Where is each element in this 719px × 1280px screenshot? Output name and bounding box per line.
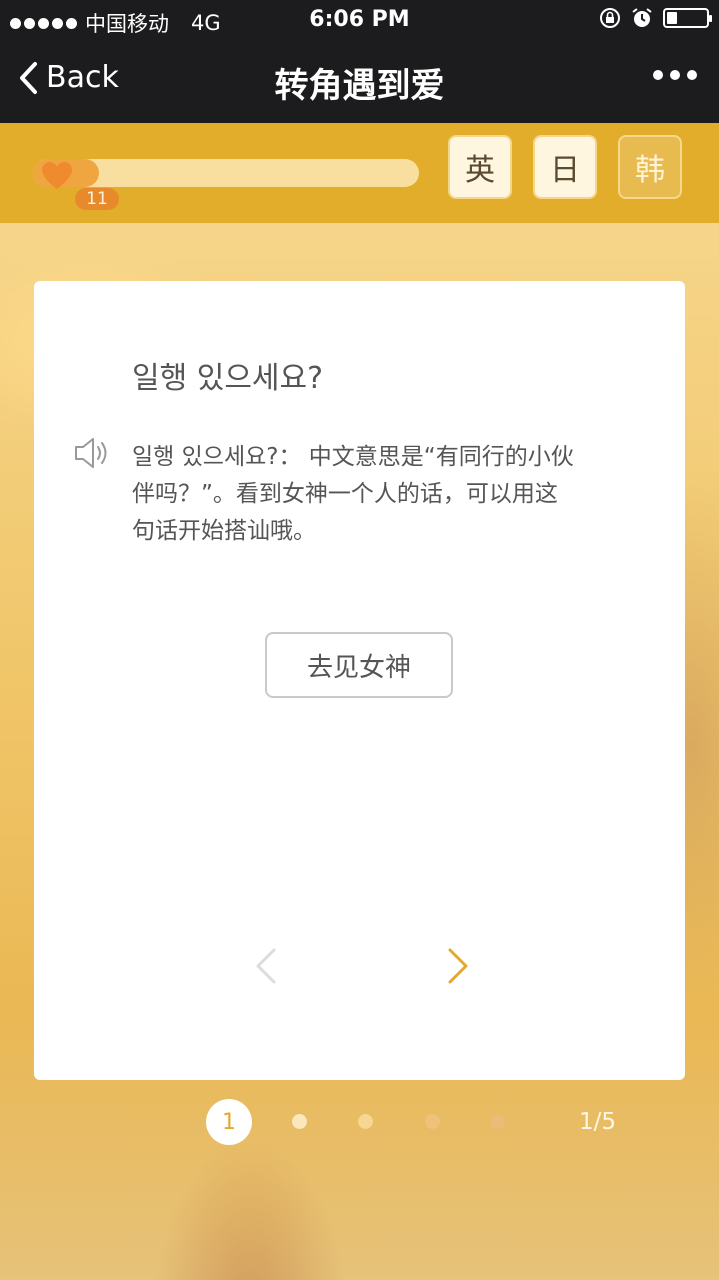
lang-button-japanese[interactable]: 日 — [533, 135, 597, 199]
level-badge: 11 — [75, 188, 119, 210]
speaker-icon[interactable] — [72, 433, 112, 473]
page-count: 1/5 — [579, 1109, 617, 1135]
description-line: 일행 있으세요?： 中文意思是“有同行的小伙 — [132, 444, 574, 470]
page-dot[interactable] — [292, 1114, 307, 1129]
battery-icon — [663, 8, 712, 28]
heart-icon — [42, 162, 72, 189]
chevron-left-icon — [20, 61, 37, 94]
meet-goddess-button[interactable]: 去见女神 — [265, 632, 453, 698]
battery-level — [667, 12, 677, 24]
phrase-title: 일행 있으세요? — [132, 361, 324, 396]
more-icon[interactable] — [653, 70, 697, 80]
description-line: 句话开始搭讪哦。 — [132, 518, 316, 544]
phrase-description: 일행 있으세요?： 中文意思是“有同行的小伙 伴吗？”。看到女神一个人的话，可以… — [132, 439, 612, 550]
phrase-card: 일행 있으세요? 일행 있으세요?： 中文意思是“有同行的小伙 伴吗？”。看到女… — [34, 281, 685, 1080]
page-dot[interactable] — [425, 1114, 440, 1129]
chevron-left-icon[interactable] — [252, 946, 278, 986]
description-line: 伴吗？”。看到女神一个人的话，可以用这 — [132, 481, 558, 507]
chevron-right-icon[interactable] — [446, 946, 472, 986]
alarm-icon — [632, 8, 652, 27]
lang-button-korean[interactable]: 韩 — [618, 135, 682, 199]
page-dot[interactable] — [358, 1114, 373, 1129]
back-button[interactable]: Back — [18, 60, 119, 95]
page-dot[interactable] — [490, 1114, 505, 1129]
status-right — [599, 7, 712, 29]
back-label: Back — [46, 60, 119, 95]
lang-button-english[interactable]: 英 — [448, 135, 512, 199]
status-bar: 中国移动 4G 6:06 PM — [0, 0, 719, 40]
page-indicator-current[interactable]: 1 — [206, 1099, 252, 1145]
orientation-lock-icon — [600, 8, 620, 28]
nav-bar: Back 转角遇到爱 — [0, 40, 719, 123]
